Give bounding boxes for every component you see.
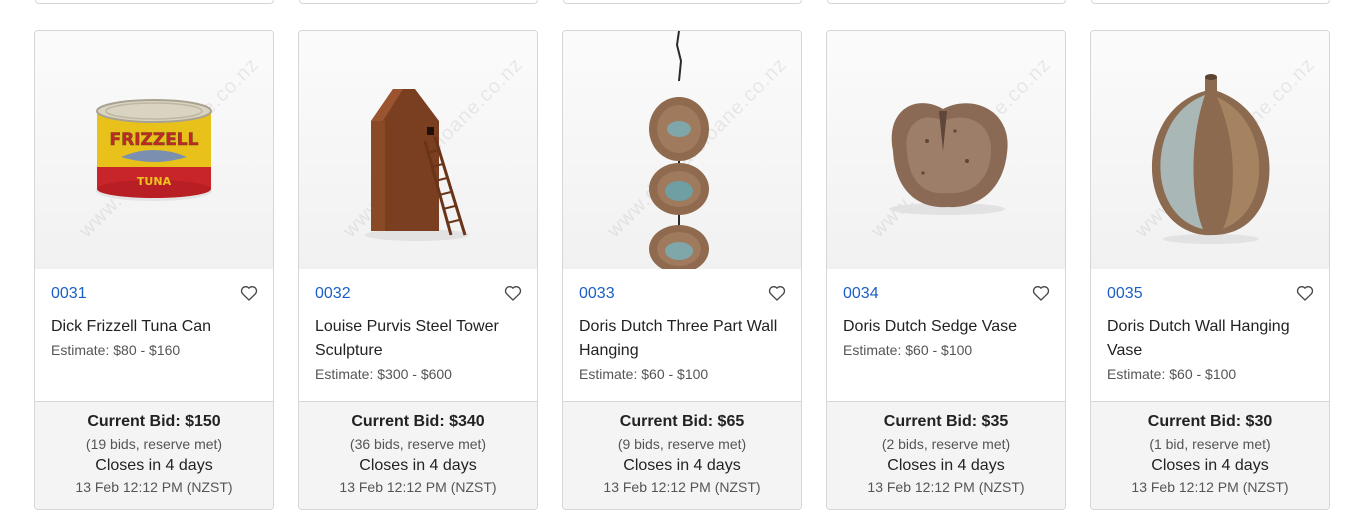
lot-title-text[interactable]: Doris Dutch Wall Hanging Vase [1107, 315, 1312, 363]
estimate: Estimate: $80 - $160 [51, 342, 181, 358]
lot-title-text[interactable]: Doris Dutch Three Part Wall Hanging [579, 315, 784, 363]
current-bid: Current Bid: $150 [87, 413, 221, 430]
close-time: 13 Feb 12:12 PM (NZST) [1131, 479, 1289, 495]
current-bid: Current Bid: $340 [351, 413, 485, 430]
lot-image[interactable]: www.dunbarsloane.co.nz [299, 31, 537, 269]
previous-row-card-edge [827, 0, 1066, 4]
lot-title[interactable]: Louise Purvis Steel Tower Sculpture Esti… [315, 315, 520, 383]
bid-panel: Current Bid: $65 (9 bids, reserve met) C… [563, 401, 801, 509]
lot-card[interactable]: www.dunbarsloane.co.nz 0034 Doris Dutch … [826, 30, 1066, 510]
close-time: 13 Feb 12:12 PM (NZST) [339, 479, 497, 495]
estimate: Estimate: $60 - $100 [579, 366, 709, 382]
lot-number-link[interactable]: 0034 [843, 285, 879, 303]
lot-title[interactable]: Dick Frizzell Tuna Can Estimate: $80 - $… [51, 315, 256, 359]
estimate: Estimate: $60 - $100 [843, 342, 973, 358]
close-time: 13 Feb 12:12 PM (NZST) [867, 479, 1025, 495]
bid-count: (2 bids, reserve met) [881, 436, 1011, 452]
lot-card[interactable]: www.dunbarsloane.co.nz 0033 Doris Dutch … [562, 30, 802, 510]
heart-icon[interactable] [239, 283, 259, 303]
closes-in: Closes in 4 days [95, 457, 213, 474]
current-bid: Current Bid: $35 [883, 413, 1009, 430]
lot-title[interactable]: Doris Dutch Wall Hanging Vase Estimate: … [1107, 315, 1312, 383]
svg-text:FRIZZELL: FRIZZELL [110, 130, 199, 150]
current-bid: Current Bid: $65 [619, 413, 745, 430]
lot-number-link[interactable]: 0031 [51, 285, 87, 303]
bid-panel: Current Bid: $340 (36 bids, reserve met)… [299, 401, 537, 509]
lot-card[interactable]: www.dunbarsloane.co.nz 0035 Doris Dutch … [1090, 30, 1330, 510]
closes-in: Closes in 4 days [887, 457, 1005, 474]
lot-number-link[interactable]: 0035 [1107, 285, 1143, 303]
bid-panel: Current Bid: $150 (19 bids, reserve met)… [35, 401, 273, 509]
wall-hanging-icon [649, 31, 709, 269]
bid-panel: Current Bid: $35 (2 bids, reserve met) C… [827, 401, 1065, 509]
heart-icon[interactable] [503, 283, 523, 303]
lot-title-text[interactable]: Louise Purvis Steel Tower Sculpture [315, 315, 520, 363]
lot-number-link[interactable]: 0033 [579, 285, 615, 303]
lot-title[interactable]: Doris Dutch Three Part Wall Hanging Esti… [579, 315, 784, 383]
sedge-vase-icon [889, 103, 1008, 215]
bid-count: (9 bids, reserve met) [617, 436, 747, 452]
hanging-vase-icon [1151, 74, 1270, 244]
lot-image[interactable]: www.dunbarsloane.co.nz [1091, 31, 1329, 269]
heart-icon[interactable] [1031, 283, 1051, 303]
lot-title-text[interactable]: Dick Frizzell Tuna Can [51, 315, 256, 339]
bid-count: (36 bids, reserve met) [349, 436, 487, 452]
previous-row-card-edge [563, 0, 802, 4]
estimate: Estimate: $60 - $100 [1107, 366, 1237, 382]
lot-card[interactable]: www.dunbarsloane.co.nz 0032 Louise Purvi… [298, 30, 538, 510]
closes-in: Closes in 4 days [1151, 457, 1269, 474]
lot-image[interactable]: www.dunbarsloane.co.nz FRIZZELL TUNA [35, 31, 273, 269]
svg-text:TUNA: TUNA [137, 175, 172, 188]
lot-number-link[interactable]: 0032 [315, 285, 351, 303]
heart-icon[interactable] [767, 283, 787, 303]
previous-row-card-edge [35, 0, 274, 4]
lot-card[interactable]: www.dunbarsloane.co.nz FRIZZELL TUNA 003… [34, 30, 274, 510]
bid-count: (19 bids, reserve met) [85, 436, 223, 452]
previous-row-card-edge [299, 0, 538, 4]
bid-panel: Current Bid: $30 (1 bid, reserve met) Cl… [1091, 401, 1329, 509]
lot-title[interactable]: Doris Dutch Sedge Vase Estimate: $60 - $… [843, 315, 1048, 359]
previous-row-card-edge [1091, 0, 1330, 4]
tuna-can-icon: FRIZZELL TUNA [96, 99, 212, 201]
closes-in: Closes in 4 days [623, 457, 741, 474]
steel-tower-icon [365, 89, 469, 241]
closes-in: Closes in 4 days [359, 457, 477, 474]
lot-image[interactable]: www.dunbarsloane.co.nz [563, 31, 801, 269]
lot-image[interactable]: www.dunbarsloane.co.nz [827, 31, 1065, 269]
current-bid: Current Bid: $30 [1147, 413, 1273, 430]
close-time: 13 Feb 12:12 PM (NZST) [75, 479, 233, 495]
heart-icon[interactable] [1295, 283, 1315, 303]
lot-title-text[interactable]: Doris Dutch Sedge Vase [843, 315, 1048, 339]
close-time: 13 Feb 12:12 PM (NZST) [603, 479, 761, 495]
estimate: Estimate: $300 - $600 [315, 366, 452, 382]
bid-count: (1 bid, reserve met) [1149, 436, 1271, 452]
